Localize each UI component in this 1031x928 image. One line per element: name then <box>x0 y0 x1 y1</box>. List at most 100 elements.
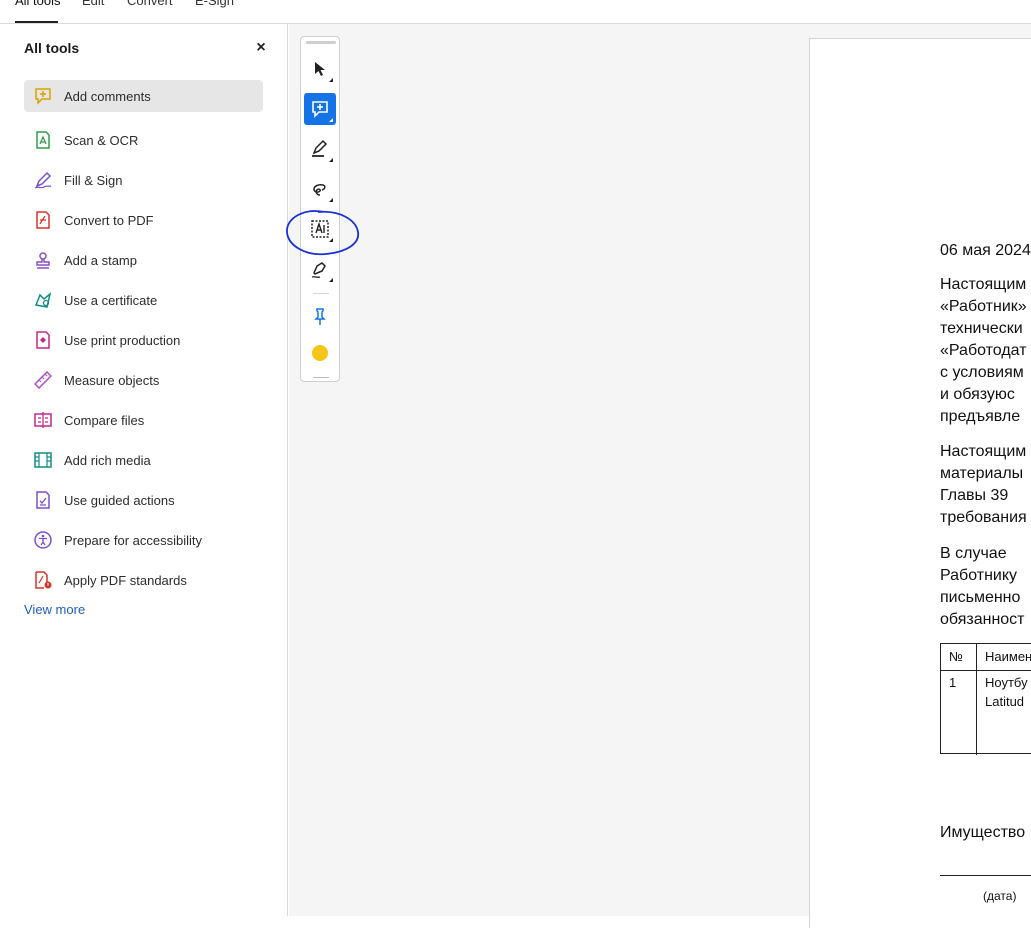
comment-tool-button[interactable] <box>304 93 336 125</box>
paragraph-line: технически <box>940 320 1023 337</box>
paragraph-line: обязанност <box>940 611 1025 628</box>
pdf-standards-icon <box>35 571 52 589</box>
paragraph-line: «Работодат <box>940 342 1027 359</box>
tool-list: Add comments Scan & OCR Fill & Sign Conv… <box>24 80 263 600</box>
rich-media-icon <box>34 452 52 468</box>
tool-prepare-accessibility[interactable]: Prepare for accessibility <box>24 520 263 560</box>
tool-label: Apply PDF standards <box>64 572 187 588</box>
close-icon[interactable]: × <box>253 40 269 56</box>
select-tool-button[interactable] <box>304 53 336 85</box>
pin-tool-button[interactable] <box>304 301 336 333</box>
table-header-number: № <box>949 649 963 664</box>
tool-label: Fill & Sign <box>64 172 123 188</box>
tool-apply-pdf-standards[interactable]: Apply PDF standards <box>24 560 263 600</box>
color-swatch-icon <box>312 345 328 361</box>
paragraph-line: Настоящим <box>940 276 1027 293</box>
tool-measure-objects[interactable]: Measure objects <box>24 360 263 400</box>
highlight-tool-button[interactable] <box>304 133 336 165</box>
print-production-icon <box>36 331 50 349</box>
arrow-cursor-icon <box>315 62 325 76</box>
date-caption: (дата) <box>983 889 1017 903</box>
draw-tool-button[interactable] <box>304 173 336 205</box>
paragraph-line: с условиям <box>940 364 1024 381</box>
paragraph-line: предъявле <box>940 408 1021 425</box>
view-more-link[interactable]: View more <box>24 602 85 617</box>
pen-icon <box>311 262 326 278</box>
active-tab-indicator <box>15 21 58 23</box>
tool-scan-ocr[interactable]: Scan & OCR <box>24 120 263 160</box>
accessibility-icon <box>34 531 52 549</box>
paragraph-line: требования <box>940 509 1027 526</box>
document-page[interactable]: 06 мая 2024 Настоящим «Работник» техниче… <box>809 38 1031 928</box>
table-cell-name-cont: Latitud <box>985 694 1025 709</box>
tool-label: Compare files <box>64 412 145 428</box>
tab-all-tools[interactable]: All tools <box>15 0 61 8</box>
toolbar-drag-handle[interactable] <box>306 41 336 44</box>
table-cell-name: Ноутбу <box>985 675 1028 690</box>
tab-edit[interactable]: Edit <box>82 0 104 8</box>
paragraph-line: Главы 39 <box>940 487 1009 504</box>
property-line: Имущество <box>940 824 1026 841</box>
tool-label: Convert to PDF <box>64 212 154 228</box>
paragraph-line: письменно <box>940 589 1021 606</box>
pin-icon <box>314 308 326 325</box>
toolbar-divider <box>313 293 329 294</box>
paragraph-line: материалы <box>940 465 1024 482</box>
paragraph-line: Работнику <box>940 567 1018 584</box>
tool-guided-actions[interactable]: Use guided actions <box>24 480 263 520</box>
tool-fill-sign[interactable]: Fill & Sign <box>24 160 263 200</box>
guided-actions-icon <box>36 491 50 509</box>
tool-add-rich-media[interactable]: Add rich media <box>24 440 263 480</box>
stamp-icon <box>36 252 50 269</box>
submenu-indicator <box>329 198 333 202</box>
tool-label: Use print production <box>64 332 181 348</box>
signature-line <box>940 875 1031 876</box>
toolbar-bottom-divider <box>313 377 329 378</box>
paragraph-line: и обязуюс <box>940 386 1015 403</box>
paragraph-line: Настоящим <box>940 443 1027 460</box>
fill-sign-icon <box>34 171 52 189</box>
table-cell-number: 1 <box>949 675 957 690</box>
table-column-divider <box>976 644 977 755</box>
table-header-name: Наимен <box>985 649 1031 664</box>
tool-label: Add a stamp <box>64 252 137 268</box>
scan-ocr-icon <box>36 131 50 149</box>
add-comment-icon <box>312 101 328 118</box>
table-row-divider <box>941 670 1031 671</box>
tool-label: Measure objects <box>64 372 160 388</box>
paragraph-line: В случае <box>940 545 1007 562</box>
highlighter-icon <box>312 139 328 157</box>
comment-add-icon <box>35 88 51 105</box>
property-table: № Наимен 1 Ноутбу Latitud <box>940 643 1031 755</box>
annotation-circle <box>286 210 359 256</box>
tool-label: Use a certificate <box>64 292 158 308</box>
document-date: 06 мая 2024 <box>940 242 1031 259</box>
tool-label: Use guided actions <box>64 492 175 508</box>
tool-add-comments[interactable]: Add comments <box>24 80 263 112</box>
convert-pdf-icon <box>36 211 50 229</box>
tab-convert[interactable]: Convert <box>127 0 173 8</box>
tool-print-production[interactable]: Use print production <box>24 320 263 360</box>
compare-icon <box>34 412 52 428</box>
tool-label: Add rich media <box>64 452 151 468</box>
color-tool-button[interactable] <box>304 337 336 369</box>
tool-label: Scan & OCR <box>64 132 139 148</box>
tool-compare-files[interactable]: Compare files <box>24 400 263 440</box>
tool-label: Prepare for accessibility <box>64 532 202 548</box>
top-tab-bar: All tools Edit Convert E-Sign <box>0 0 1031 24</box>
tool-label: Add comments <box>64 88 151 104</box>
freehand-draw-icon <box>313 184 326 196</box>
paragraph-line: «Работник» <box>940 298 1027 315</box>
certificate-icon <box>34 291 52 308</box>
tool-use-certificate[interactable]: Use a certificate <box>24 280 263 320</box>
tool-convert-to-pdf[interactable]: Convert to PDF <box>24 200 263 240</box>
submenu-indicator <box>329 118 333 122</box>
all-tools-panel: All tools × Add comments Scan & OCR Fill… <box>0 24 288 916</box>
submenu-indicator <box>329 278 333 282</box>
ruler-icon <box>34 371 52 389</box>
panel-title: All tools <box>24 40 80 56</box>
tab-e-sign[interactable]: E-Sign <box>195 0 234 8</box>
tool-add-stamp[interactable]: Add a stamp <box>24 240 263 280</box>
submenu-indicator <box>329 78 333 82</box>
submenu-indicator <box>329 158 333 162</box>
